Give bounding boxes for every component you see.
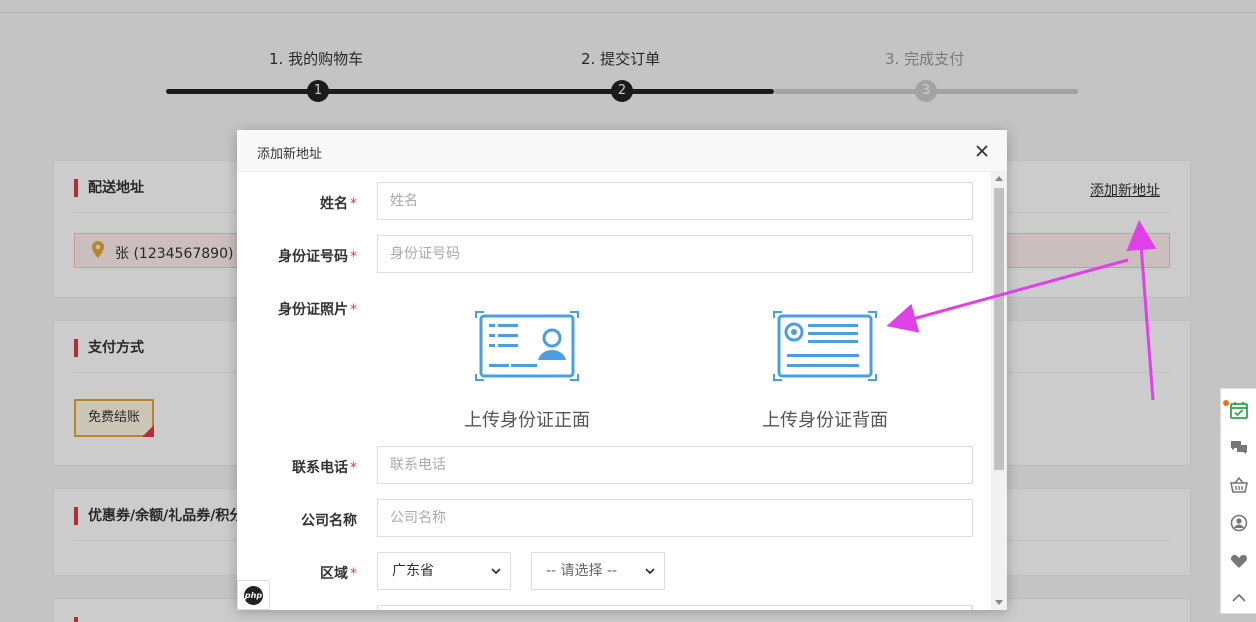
chat-icon[interactable] <box>1230 438 1248 456</box>
modal-title: 添加新地址 <box>257 147 323 162</box>
basket-icon[interactable] <box>1230 476 1248 494</box>
modal-body: 姓名* 身份证号码* 身份证照片* 上传身份证正面 <box>237 172 991 610</box>
right-toolbar <box>1220 388 1256 614</box>
id-card-back-icon <box>773 311 877 381</box>
id-number-input[interactable] <box>377 235 973 273</box>
modal-header: 添加新地址 <box>237 130 1007 172</box>
notification-dot <box>1223 400 1229 406</box>
scroll-down-arrow[interactable] <box>995 600 1003 605</box>
name-label: 姓名 * <box>320 196 357 212</box>
add-address-modal: 添加新地址 姓名* 身份证号码* 身份证照片* 上传身份证正面 <box>237 130 1007 610</box>
upload-id-back[interactable]: 上传身份证背面 <box>735 310 915 440</box>
id-photo-label: 身份证照片 * <box>278 302 357 318</box>
upload-back-label: 上传身份证背面 <box>762 410 888 431</box>
close-icon[interactable] <box>971 140 993 162</box>
modal-scrollbar[interactable] <box>991 172 1007 610</box>
upload-id-front[interactable]: 上传身份证正面 <box>437 310 617 440</box>
address-detail-input[interactable] <box>377 605 973 610</box>
phone-label: 联系电话 * <box>292 460 357 476</box>
company-label: 公司名称 <box>301 513 357 529</box>
city-value: -- 请选择 -- <box>546 563 618 579</box>
province-value: 广东省 <box>392 563 434 579</box>
php-badge: php <box>237 580 270 610</box>
php-logo: php <box>244 586 263 605</box>
city-select[interactable]: -- 请选择 -- <box>531 552 665 590</box>
scroll-thumb[interactable] <box>994 188 1004 470</box>
upload-front-label: 上传身份证正面 <box>464 410 590 431</box>
back-to-top-icon[interactable] <box>1230 589 1248 607</box>
name-input[interactable] <box>377 182 973 220</box>
scroll-up-arrow[interactable] <box>995 176 1003 181</box>
chevron-down-icon <box>491 568 501 575</box>
province-select[interactable]: 广东省 <box>377 552 511 590</box>
chevron-down-icon <box>645 568 655 575</box>
calendar-check-icon[interactable] <box>1230 401 1248 419</box>
company-input[interactable] <box>377 499 973 537</box>
phone-input[interactable] <box>377 446 973 484</box>
id-number-label: 身份证号码 * <box>278 249 357 265</box>
user-profile-icon[interactable] <box>1230 514 1248 532</box>
heart-icon[interactable] <box>1230 552 1248 570</box>
id-card-front-icon <box>475 311 579 381</box>
